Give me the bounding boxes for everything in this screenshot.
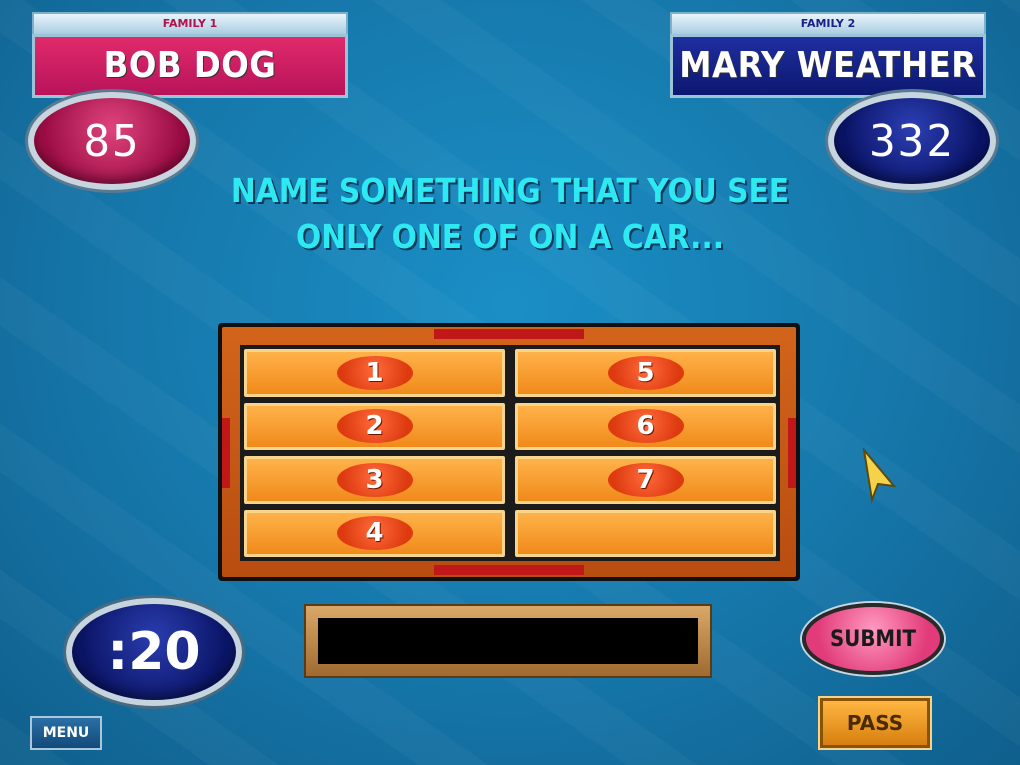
family-1-tag: FAMILY 1: [32, 12, 348, 34]
family-2-name: MARY WEATHER: [670, 34, 986, 98]
answer-slot-7: 7: [515, 456, 776, 504]
answer-grid: 1 5 2 6 3 7 4: [240, 345, 780, 561]
family-1-panel: FAMILY 1 BOB DOG: [32, 12, 348, 98]
question-text: NAME SOMETHING THAT YOU SEE ONLY ONE OF …: [200, 168, 820, 260]
board-left-light: [222, 418, 230, 488]
answer-number-badge: 5: [607, 355, 684, 390]
family-2-tag: FAMILY 2: [670, 12, 986, 34]
family-1-name: BOB DOG: [32, 34, 348, 98]
countdown-timer: :20: [66, 598, 242, 706]
answer-input[interactable]: [318, 618, 698, 664]
answer-slot-1: 1: [244, 349, 505, 397]
answer-board: 1 5 2 6 3 7 4: [218, 323, 800, 581]
answer-slot-2: 2: [244, 402, 505, 450]
family-1-score: 85: [28, 92, 196, 190]
pass-button[interactable]: PASS: [820, 698, 930, 748]
answer-number-badge: 6: [607, 409, 684, 444]
answer-number-badge: 3: [336, 462, 413, 497]
submit-button[interactable]: SUBMIT: [802, 603, 944, 675]
family-2-score: 332: [828, 92, 996, 190]
answer-number-badge: 7: [607, 462, 684, 497]
menu-button[interactable]: MENU: [30, 716, 102, 750]
answer-number-badge: 4: [336, 516, 413, 551]
answer-input-frame: [304, 604, 712, 678]
board-bottom-light: [434, 565, 584, 575]
answer-slot-3: 3: [244, 456, 505, 504]
pointer-arrow-icon: [862, 448, 897, 504]
answer-slot-empty: [515, 509, 776, 557]
board-right-light: [788, 418, 796, 488]
question-line-2: ONLY ONE OF ON A CAR...: [295, 217, 725, 256]
board-top-light: [434, 329, 584, 339]
answer-number-badge: 1: [336, 355, 413, 390]
answer-slot-4: 4: [244, 509, 505, 557]
answer-number-badge: 2: [336, 409, 413, 444]
question-line-1: NAME SOMETHING THAT YOU SEE: [230, 171, 790, 210]
answer-slot-6: 6: [515, 402, 776, 450]
answer-slot-5: 5: [515, 349, 776, 397]
family-2-panel: FAMILY 2 MARY WEATHER: [670, 12, 986, 98]
